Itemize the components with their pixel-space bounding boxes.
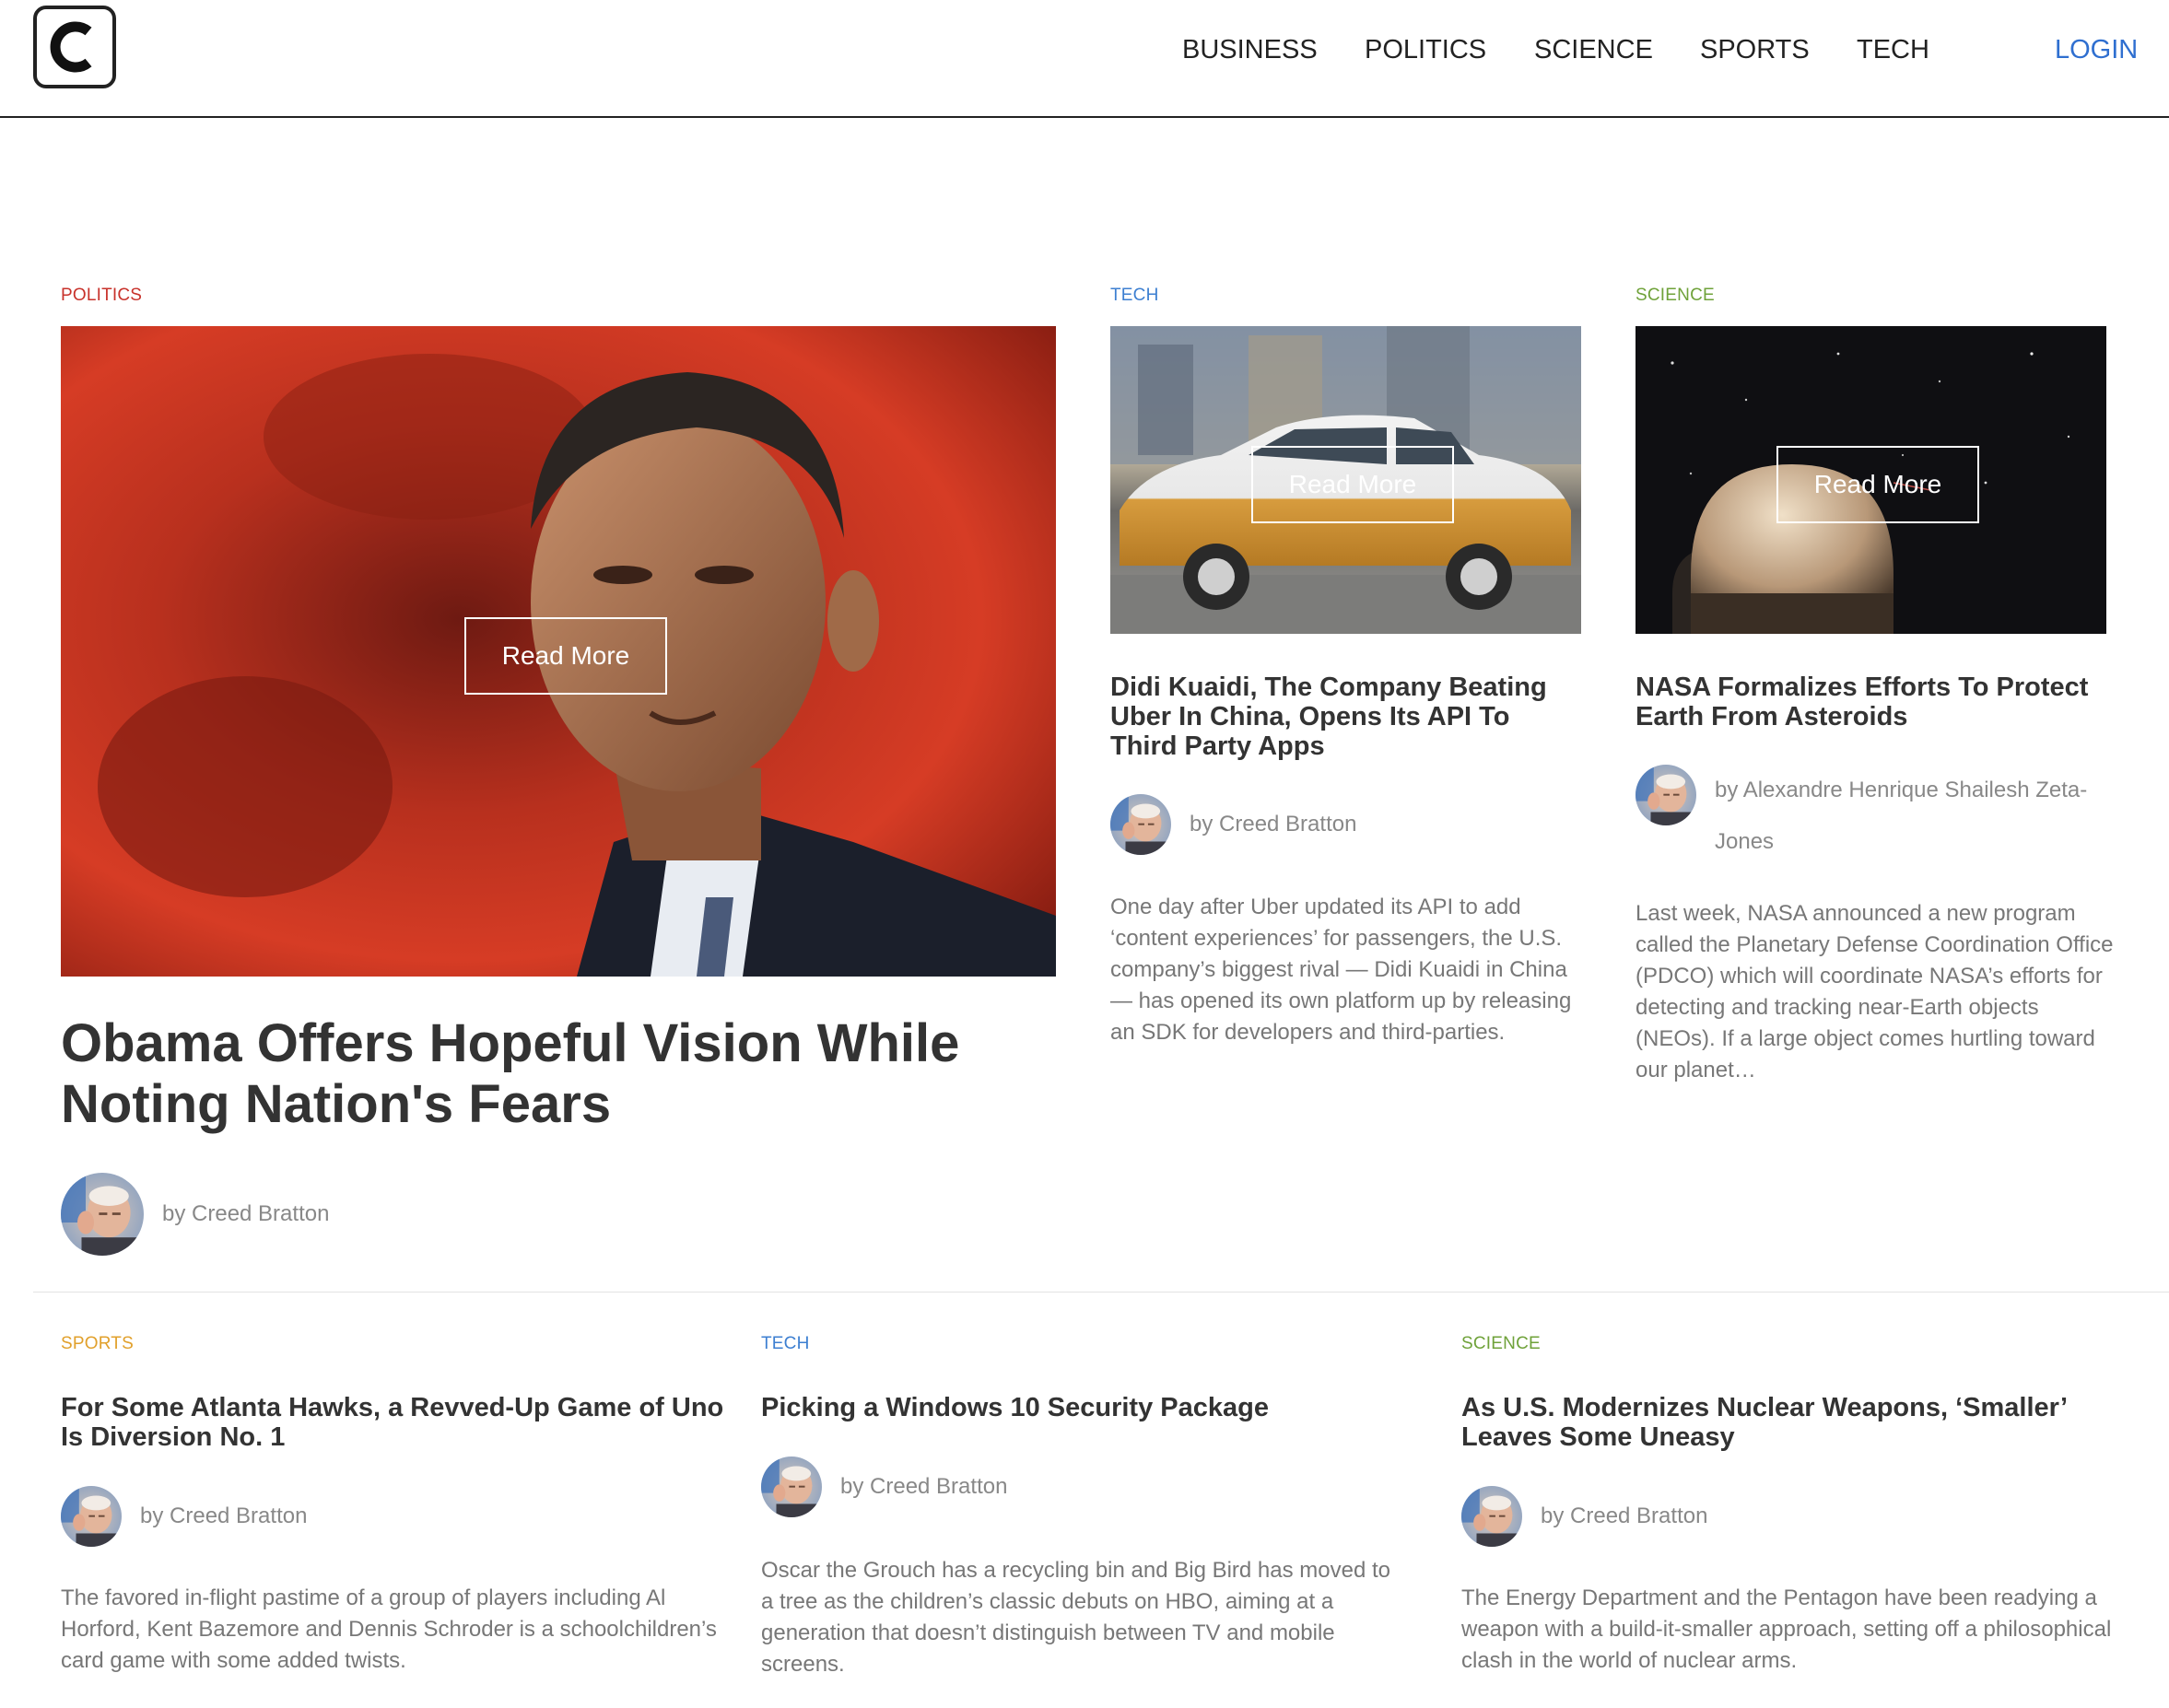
nav-politics[interactable]: POLITICS (1365, 35, 1486, 65)
site-logo[interactable] (33, 6, 116, 88)
avatar-icon (61, 1173, 144, 1256)
nav-business[interactable]: BUSINESS (1182, 35, 1318, 65)
top-article-2-read-more-button[interactable]: Read More (1776, 446, 1979, 523)
featured-category[interactable]: POLITICS (61, 286, 142, 306)
nav-sports[interactable]: SPORTS (1700, 35, 1810, 65)
bottom-article-1-headline[interactable]: For Some Atlanta Hawks, a Revved-Up Game… (61, 1393, 724, 1452)
bottom-article-3-byline[interactable]: by Creed Bratton (1541, 1503, 1707, 1529)
author-avatar (61, 1486, 122, 1547)
featured-read-more-button[interactable]: Read More (464, 617, 667, 695)
nav-science[interactable]: SCIENCE (1534, 35, 1653, 65)
bottom-article-2-headline[interactable]: Picking a Windows 10 Security Package (761, 1393, 1425, 1422)
featured-headline[interactable]: Obama Offers Hopeful Vision While Noting… (61, 1013, 1056, 1135)
top-article-1-author: by Creed Bratton (1110, 794, 1356, 855)
bottom-article-3-author: by Creed Bratton (1461, 1486, 1707, 1547)
top-article-1-image[interactable]: Read More (1110, 326, 1581, 634)
featured-byline[interactable]: by Creed Bratton (162, 1201, 329, 1227)
bottom-article-1-category[interactable]: SPORTS (61, 1334, 134, 1354)
top-article-2-headline[interactable]: NASA Formalizes Efforts To Protect Earth… (1636, 673, 2115, 731)
top-article-2-excerpt: Last week, NASA announced a new program … (1636, 901, 2114, 1082)
bottom-article-3-category[interactable]: SCIENCE (1461, 1334, 1541, 1354)
author-avatar (1461, 1486, 1522, 1547)
top-article-2-byline[interactable]: by Alexandre Henrique Shailesh Zeta-Jone… (1715, 778, 2087, 854)
author-avatar (761, 1456, 822, 1517)
bottom-article-1-author: by Creed Bratton (61, 1486, 307, 1547)
bottom-article-2-author: by Creed Bratton (761, 1456, 1007, 1517)
top-article-2-author: by Alexandre Henrique Shailesh Zeta-Jone… (1636, 765, 2115, 868)
featured-image[interactable]: Read More (61, 326, 1056, 977)
bottom-article-2-category[interactable]: TECH (761, 1334, 810, 1354)
avatar-icon (1636, 765, 1696, 825)
avatar-icon (61, 1486, 122, 1547)
bottom-article-2-excerpt: Oscar the Grouch has a recycling bin and… (761, 1558, 1391, 1677)
nav-tech[interactable]: TECH (1857, 35, 1929, 65)
avatar-icon (1110, 794, 1171, 855)
top-article-1-headline[interactable]: Didi Kuaidi, The Company Beating Uber In… (1110, 673, 1581, 761)
bottom-article-3-headline[interactable]: As U.S. Modernizes Nuclear Weapons, ‘Sma… (1461, 1393, 2125, 1452)
letter-c-logo-icon (50, 21, 92, 73)
top-article-1-byline[interactable]: by Creed Bratton (1190, 812, 1356, 837)
featured-author: by Creed Bratton (61, 1173, 329, 1256)
avatar-icon (761, 1456, 822, 1517)
top-article-1-category[interactable]: TECH (1110, 286, 1159, 306)
avatar-icon (1461, 1486, 1522, 1547)
author-avatar (1636, 765, 1696, 825)
login-link[interactable]: LOGIN (2055, 35, 2138, 65)
section-divider (33, 1292, 2169, 1293)
top-article-2-image[interactable]: Read More (1636, 326, 2106, 634)
top-article-1-excerpt: One day after Uber updated its API to ad… (1110, 895, 1572, 1045)
author-avatar (61, 1173, 144, 1256)
author-avatar (1110, 794, 1171, 855)
bottom-article-1-excerpt: The favored in-flight pastime of a group… (61, 1585, 717, 1673)
bottom-article-2-byline[interactable]: by Creed Bratton (840, 1474, 1007, 1500)
top-article-1-read-more-button[interactable]: Read More (1251, 446, 1454, 523)
top-article-2-category[interactable]: SCIENCE (1636, 286, 1715, 306)
bottom-article-3-excerpt: The Energy Department and the Pentagon h… (1461, 1585, 2112, 1673)
site-header: BUSINESS POLITICS SCIENCE SPORTS TECH LO… (0, 0, 2169, 118)
bottom-article-1-byline[interactable]: by Creed Bratton (140, 1503, 307, 1529)
